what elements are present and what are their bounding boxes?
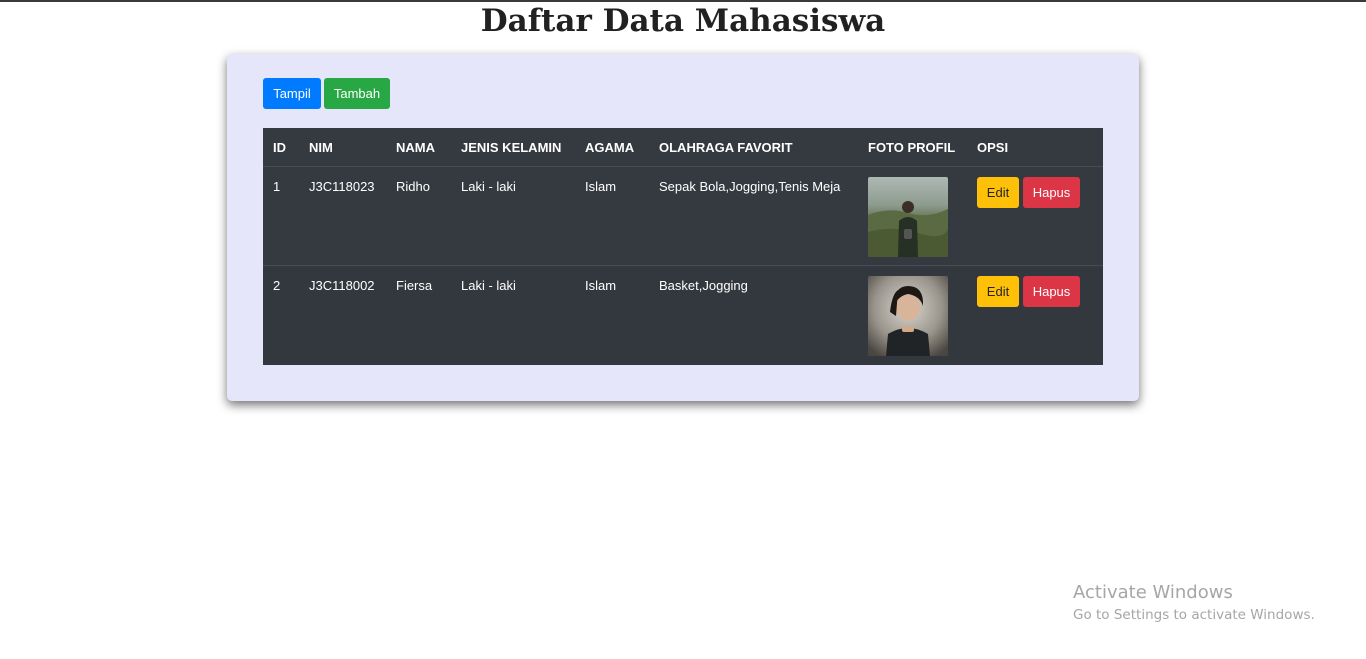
cell-opsi: Edit Hapus bbox=[967, 265, 1103, 365]
cell-opsi: Edit Hapus bbox=[967, 166, 1103, 266]
cell-jenis-kelamin: Laki - laki bbox=[451, 265, 575, 365]
cell-nama: Fiersa bbox=[386, 265, 451, 365]
hapus-button[interactable]: Hapus bbox=[1023, 177, 1080, 208]
table-row: 1 J3C118023 Ridho Laki - laki Islam Sepa… bbox=[263, 166, 1103, 266]
cell-foto bbox=[858, 166, 967, 266]
data-table-container: ID NIM NAMA JENIS KELAMIN AGAMA OLAHRAGA… bbox=[263, 128, 1103, 365]
profile-photo bbox=[868, 177, 948, 257]
cell-olahraga: Basket,Jogging bbox=[649, 265, 858, 365]
activate-windows-watermark: Activate Windows Go to Settings to activ… bbox=[1073, 582, 1315, 626]
header-nim: NIM bbox=[299, 128, 386, 167]
cell-id: 2 bbox=[263, 265, 299, 365]
header-foto-profil: FOTO PROFIL bbox=[858, 128, 967, 167]
cell-nama: Ridho bbox=[386, 166, 451, 266]
mahasiswa-table: ID NIM NAMA JENIS KELAMIN AGAMA OLAHRAGA… bbox=[263, 128, 1103, 365]
header-olahraga-favorit: OLAHRAGA FAVORIT bbox=[649, 128, 858, 167]
cell-agama: Islam bbox=[575, 265, 649, 365]
watermark-title: Activate Windows bbox=[1073, 582, 1233, 603]
table-header-row: ID NIM NAMA JENIS KELAMIN AGAMA OLAHRAGA… bbox=[263, 128, 1103, 167]
content-panel: Tampil Tambah ID NIM NAMA JENIS KELAMIN bbox=[227, 54, 1139, 401]
cell-jenis-kelamin: Laki - laki bbox=[451, 166, 575, 266]
cell-agama: Islam bbox=[575, 166, 649, 266]
header-id: ID bbox=[263, 128, 299, 167]
header-agama: AGAMA bbox=[575, 128, 649, 167]
table-row: 2 J3C118002 Fiersa Laki - laki Islam Bas… bbox=[263, 265, 1103, 365]
edit-button[interactable]: Edit bbox=[977, 276, 1019, 307]
tambah-button[interactable]: Tambah bbox=[324, 78, 390, 109]
hapus-button[interactable]: Hapus bbox=[1023, 276, 1080, 307]
watermark-subtitle: Go to Settings to activate Windows. bbox=[1073, 607, 1315, 623]
page-title: Daftar Data Mahasiswa bbox=[480, 3, 886, 39]
cell-olahraga: Sepak Bola,Jogging,Tenis Meja bbox=[649, 166, 858, 266]
header-jenis-kelamin: JENIS KELAMIN bbox=[451, 128, 575, 167]
tampil-button[interactable]: Tampil bbox=[263, 78, 321, 109]
cell-nim: J3C118023 bbox=[299, 166, 386, 266]
edit-button[interactable]: Edit bbox=[977, 177, 1019, 208]
header-nama: NAMA bbox=[386, 128, 451, 167]
profile-photo bbox=[868, 276, 948, 356]
cell-nim: J3C118002 bbox=[299, 265, 386, 365]
cell-foto bbox=[858, 265, 967, 365]
header-opsi: OPSI bbox=[967, 128, 1103, 167]
cell-id: 1 bbox=[263, 166, 299, 266]
